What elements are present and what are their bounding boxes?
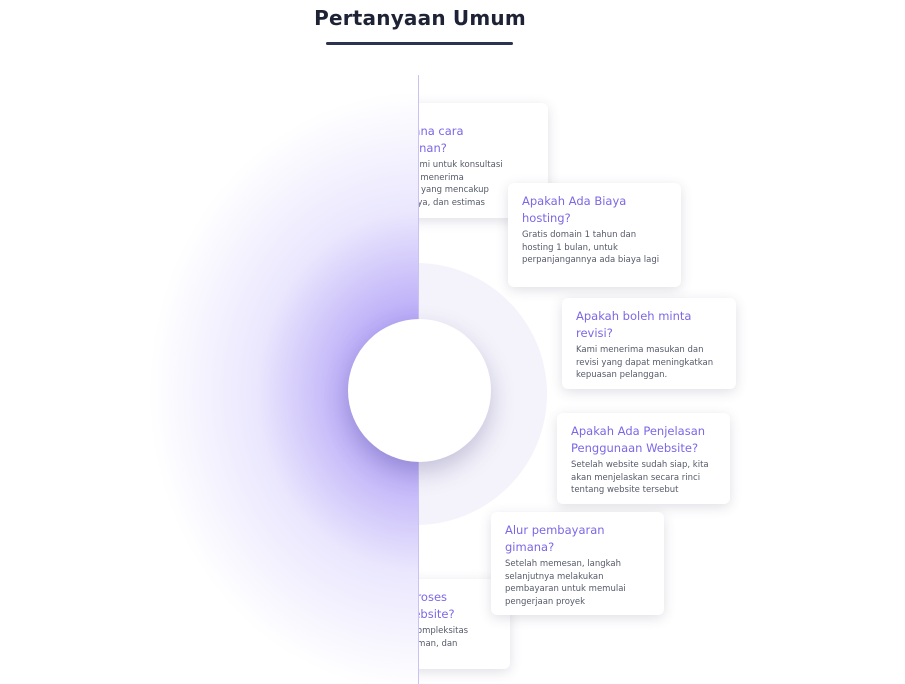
- title-underline: [326, 42, 513, 45]
- faq-question: Apakah Ada Biaya hosting?: [522, 194, 627, 225]
- faq-answer: Kami menerima masukan dan revisi yang da…: [576, 345, 714, 380]
- faq-answer: Setelah website sudah siap, kita akan me…: [571, 460, 709, 495]
- section-title: Pertanyaan Umum: [314, 6, 526, 30]
- faq-question: Alur pembayaran gimana?: [505, 523, 605, 554]
- faq-card-payment[interactable]: Alur pembayaran gimana? Setelah memesan,…: [491, 512, 664, 615]
- faq-question: imana cara esanan?: [419, 124, 464, 155]
- faq-question: Apakah Ada Penjelasan Penggunaan Website…: [571, 424, 706, 455]
- faq-answer: Gratis domain 1 tahun dan hosting 1 bula…: [522, 230, 660, 265]
- faq-card-revision[interactable]: Apakah boleh minta revisi? Kami menerima…: [562, 298, 736, 389]
- faq-answer: Setelah memesan, langkah selanjutnya mel…: [505, 559, 626, 607]
- faq-answer: da kompleksitas halaman, dan usus: [419, 626, 469, 649]
- faq-card-usage-guide[interactable]: Apakah Ada Penjelasan Penggunaan Website…: [557, 413, 730, 504]
- faq-card-hosting[interactable]: Apakah Ada Biaya hosting? Gratis domain …: [508, 183, 681, 287]
- faq-question: Apakah boleh minta revisi?: [576, 309, 692, 340]
- center-hub-circle: [348, 319, 491, 462]
- faq-question: a Proses Website?: [419, 590, 455, 621]
